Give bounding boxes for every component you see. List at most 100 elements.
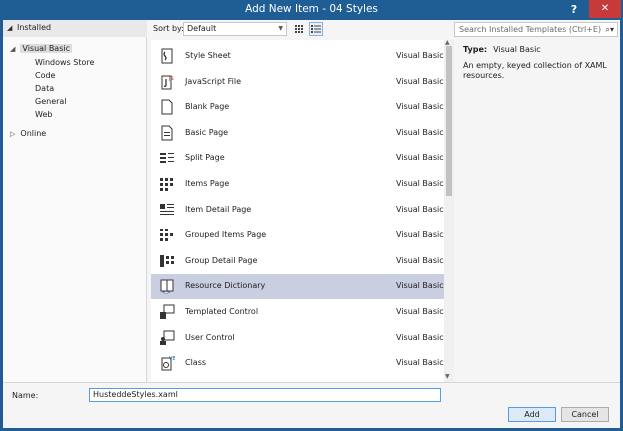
template-row[interactable]: User Control Visual Basic [151,326,444,351]
template-row[interactable]: Templated Control Visual Basic [151,300,444,325]
tree-node-windows-store[interactable]: Windows Store [35,56,94,69]
template-name: Group Detail Page [185,255,258,265]
window-title: Add New Item - 04 Styles [245,3,378,15]
template-row[interactable]: Group Detail Page Visual Basic [151,249,444,274]
expand-arrow-icon: ◢ [10,45,16,53]
template-language: Visual Basic [396,204,444,214]
template-name: Style Sheet [185,51,231,60]
item-detail-page-icon [159,202,175,218]
template-row[interactable]: Item Detail Page Visual Basic [151,198,444,223]
template-row[interactable]: Basic Page Visual Basic [151,121,444,146]
template-list-scrollbar[interactable]: ▲ ▼ [444,39,454,382]
svg-text:<>: <> [162,290,170,294]
list-view-icon [311,25,321,33]
template-language: Visual Basic [396,358,444,368]
template-row[interactable]: Style Sheet Visual Basic [151,44,444,69]
title-bar: Add New Item - 04 Styles ? ✕ [0,0,623,20]
scroll-up-icon[interactable]: ▲ [445,39,450,46]
template-language: Visual Basic [396,255,444,265]
tree-node-code[interactable]: Code [35,69,55,82]
template-name: Templated Control [185,307,259,316]
tree-node-label: Visual Basic [20,44,72,53]
tree-node-web[interactable]: Web [35,108,52,121]
collapsed-arrow-icon: ▷ [10,130,16,138]
search-input[interactable]: Search Installed Templates (Ctrl+E) ⌕▾ [454,22,618,37]
template-name: Grouped Items Page [185,230,267,240]
description-type: Type: Visual Basic [463,45,541,54]
medium-icons-view-button[interactable] [292,22,306,36]
svg-text:VB: VB [169,356,175,362]
template-row[interactable]: Blank Page Visual Basic [151,95,444,120]
template-language: Visual Basic [396,102,444,112]
user-control-icon [159,330,175,346]
scrollbar-thumb[interactable] [446,46,452,196]
template-language: Visual Basic [396,153,444,163]
sort-by-label: Sort by: [153,24,184,33]
class-icon: VB [159,355,176,371]
name-field[interactable]: HusteddeStyles.xaml [89,388,441,402]
close-button[interactable]: ✕ [589,0,621,18]
dialog-body: ◢ Installed ◢ Visual Basic Windows Store … [3,20,620,428]
tree-node-installed[interactable]: ◢ Installed [3,20,147,37]
group-detail-page-icon [159,253,175,269]
description-pane: Type: Visual Basic An empty, keyed collec… [455,40,620,382]
tree-node-online[interactable]: ▷ Online [10,127,46,140]
description-text: An empty, keyed collection of XAML resou… [463,61,607,80]
template-row[interactable]: <> Resource Dictionary Visual Basic [151,274,444,300]
type-value: Visual Basic [493,45,541,54]
list-view-button[interactable] [309,22,323,36]
tree-node-visual-basic[interactable]: ◢ Visual Basic [10,42,72,55]
template-language: Visual Basic [396,76,444,86]
tree-node-label: Online [20,129,47,138]
help-button[interactable]: ? [565,2,583,18]
template-language: Visual Basic [396,127,444,137]
resource-dictionary-icon: <> [159,278,175,296]
template-language: Visual Basic [396,332,444,342]
template-name: User Control [185,332,235,342]
scroll-down-icon[interactable]: ▼ [445,373,450,380]
search-placeholder: Search Installed Templates (Ctrl+E) [459,25,602,34]
sort-by-value: Default [187,24,217,33]
chevron-down-icon: ▼ [278,25,283,32]
blank-page-icon [159,99,175,115]
items-page-icon [159,176,175,192]
style-sheet-icon [159,48,175,64]
name-label: Name: [12,391,39,400]
grid-view-icon [295,25,303,33]
tree-node-general[interactable]: General [35,95,67,108]
template-row[interactable]: JS JavaScript File Visual Basic [151,70,444,95]
template-language: Visual Basic [396,179,444,188]
templates-toolbar: Sort by: Default ▼ Search Installed Temp… [148,20,620,40]
javascript-file-icon: JS [159,74,175,90]
template-name: Blank Page [185,102,230,112]
template-name: Class [185,358,207,368]
footer: Name: HusteddeStyles.xaml Add Cancel [3,382,620,428]
tree-header-label: Installed [17,23,52,32]
sort-by-dropdown[interactable]: Default ▼ [183,22,287,36]
expand-arrow-icon: ◢ [7,24,13,32]
template-language: Visual Basic [396,307,444,316]
template-language: Visual Basic [396,281,444,291]
add-button[interactable]: Add [508,407,556,422]
grouped-items-page-icon [159,227,175,243]
template-language: Visual Basic [396,51,444,60]
templated-control-icon [159,304,175,320]
template-name: Split Page [185,153,225,163]
template-name: Resource Dictionary [185,281,266,291]
cancel-button[interactable]: Cancel [561,407,609,422]
template-row[interactable]: Items Page Visual Basic [151,172,444,197]
template-row[interactable]: VB Class Visual Basic [151,351,444,376]
template-name: Item Detail Page [185,204,252,214]
template-name: JavaScript File [185,76,242,86]
template-tree: ◢ Installed ◢ Visual Basic Windows Store … [3,20,147,382]
type-label: Type: [463,45,488,54]
tree-node-data[interactable]: Data [35,82,54,95]
template-list: Style Sheet Visual Basic JS JavaScript File… [151,40,444,382]
search-icon[interactable]: ⌕▾ [606,23,615,36]
template-language: Visual Basic [396,230,444,240]
split-page-icon [159,150,175,166]
template-row[interactable]: Grouped Items Page Visual Basic [151,223,444,248]
template-row[interactable]: Split Page Visual Basic [151,146,444,171]
template-name: Basic Page [185,127,229,137]
basic-page-icon [159,125,175,141]
